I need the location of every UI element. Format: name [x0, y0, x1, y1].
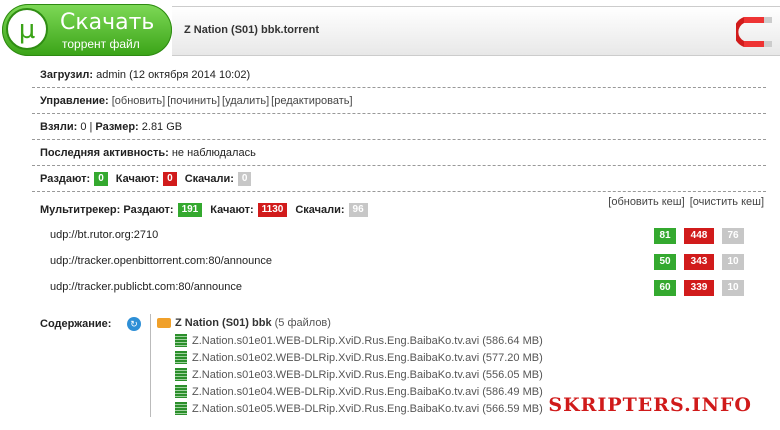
activity-label: Последняя активность: [40, 146, 169, 159]
tracker-completed: 10 [722, 280, 744, 296]
video-file-icon [175, 402, 187, 415]
edit-link[interactable]: [редактировать] [271, 95, 352, 107]
mt-seeders-label: Раздают: [123, 204, 174, 216]
tracker-completed: 10 [722, 254, 744, 270]
tracker-seeders: 81 [654, 228, 676, 244]
file-name: Z.Nation.s01e05.WEB-DLRip.XviD.Rus.Eng.B… [192, 402, 543, 415]
size-label: Размер: [95, 120, 139, 133]
uploaded-row: Загрузил: admin (12 октября 2014 10:02) [32, 62, 766, 88]
file-name: Z.Nation.s01e02.WEB-DLRip.XviD.Rus.Eng.B… [192, 351, 543, 364]
mt-completed-badge: 96 [348, 203, 368, 217]
video-file-icon [175, 351, 187, 364]
folder-name: Z Nation (S01) bbk [175, 317, 272, 329]
file-item: Z.Nation.s01e01.WEB-DLRip.XviD.Rus.Eng.B… [157, 332, 757, 349]
watermark: SKRIPTERS.INFO [548, 394, 752, 416]
cache-links: [обновить кеш] [очистить кеш] [608, 196, 766, 208]
torrent-filename: Z Nation (S01) bbk.torrent [184, 24, 320, 36]
uploaded-label: Загрузил: [40, 68, 94, 81]
multitracker-summary: Мультитрекер: Раздают: 191 Качают: 1130 … [40, 203, 376, 217]
folder-item[interactable]: Z Nation (S01) bbk (5 файлов) [157, 314, 757, 332]
file-item: Z.Nation.s01e03.WEB-DLRip.XviD.Rus.Eng.B… [157, 366, 757, 383]
refresh-link[interactable]: [обновить] [112, 95, 165, 107]
utorrent-logo-icon: µ [6, 8, 48, 50]
activity-value: не наблюдалась [171, 146, 256, 159]
mt-leechers-badge: 1130 [257, 203, 288, 217]
taken-value: 0 [80, 120, 87, 133]
peers-row: Раздают: 0 Качают: 0 Скачали: 0 [32, 166, 766, 192]
content-label: Содержание: [40, 318, 112, 330]
size-value: 2.81 GB [141, 120, 183, 133]
folder-count: (5 файлов) [274, 317, 331, 329]
video-file-icon [175, 334, 187, 347]
video-file-icon [175, 368, 187, 381]
tracker-leechers: 339 [684, 280, 714, 296]
info-icon[interactable]: ↻ [127, 317, 141, 331]
activity-row: Последняя активность: не наблюдалась [32, 140, 766, 166]
torrent-info: Загрузил: admin (12 октября 2014 10:02) … [32, 62, 766, 192]
magnet-icon[interactable] [736, 11, 776, 53]
completed-label: Скачали: [184, 172, 234, 185]
tracker-completed: 76 [722, 228, 744, 244]
tracker-leechers: 343 [684, 254, 714, 270]
repair-link[interactable]: [починить] [167, 95, 220, 107]
tracker-seeders: 50 [654, 254, 676, 270]
header: µ Скачать торрент файл Z Nation (S01) bb… [0, 0, 780, 62]
tracker-stats: 50 343 10 [646, 254, 744, 270]
tracker-url: udp://tracker.publicbt.com:80/announce [50, 281, 243, 293]
seeders-badge: 0 [94, 171, 108, 186]
leechers-badge: 0 [163, 171, 177, 186]
completed-badge: 0 [237, 171, 252, 186]
mt-completed-label: Скачали: [295, 204, 345, 216]
tracker-leechers: 448 [684, 228, 714, 244]
tracker-stats: 60 339 10 [646, 280, 744, 296]
seeders-label: Раздают: [40, 172, 91, 185]
mt-seeders-badge: 191 [177, 203, 203, 217]
tracker-stats: 81 448 76 [646, 228, 744, 244]
download-torrent-button[interactable]: µ Скачать торрент файл [2, 4, 172, 56]
file-name: Z.Nation.s01e03.WEB-DLRip.XviD.Rus.Eng.B… [192, 368, 543, 381]
refresh-cache-link[interactable]: [обновить кеш] [608, 196, 684, 208]
manage-row: Управление: [обновить] [починить] [удали… [32, 88, 766, 114]
download-subtitle: торрент файл [62, 37, 140, 51]
tracker-url: udp://bt.rutor.org:2710 [50, 229, 159, 241]
taken-label: Взяли: [40, 120, 78, 133]
video-file-icon [175, 385, 187, 398]
delete-link[interactable]: [удалить] [222, 95, 269, 107]
leechers-label: Качают: [115, 172, 160, 185]
tracker-url: udp://tracker.openbittorrent.com:80/anno… [50, 255, 272, 267]
folder-icon [157, 318, 171, 328]
file-item: Z.Nation.s01e02.WEB-DLRip.XviD.Rus.Eng.B… [157, 349, 757, 366]
mt-leechers-label: Качают: [210, 204, 254, 216]
clear-cache-link[interactable]: [очистить кеш] [690, 196, 764, 208]
torrent-title-bar: Z Nation (S01) bbk.torrent [172, 6, 780, 56]
taken-size-row: Взяли: 0 | Размер: 2.81 GB [32, 114, 766, 140]
manage-label: Управление: [40, 94, 109, 107]
download-title: Скачать [60, 10, 155, 35]
multitracker-label: Мультитрекер: [40, 204, 121, 216]
file-name: Z.Nation.s01e01.WEB-DLRip.XviD.Rus.Eng.B… [192, 334, 543, 347]
uploaded-value: admin (12 октября 2014 10:02) [96, 68, 251, 81]
file-name: Z.Nation.s01e04.WEB-DLRip.XviD.Rus.Eng.B… [192, 385, 543, 398]
tracker-seeders: 60 [654, 280, 676, 296]
